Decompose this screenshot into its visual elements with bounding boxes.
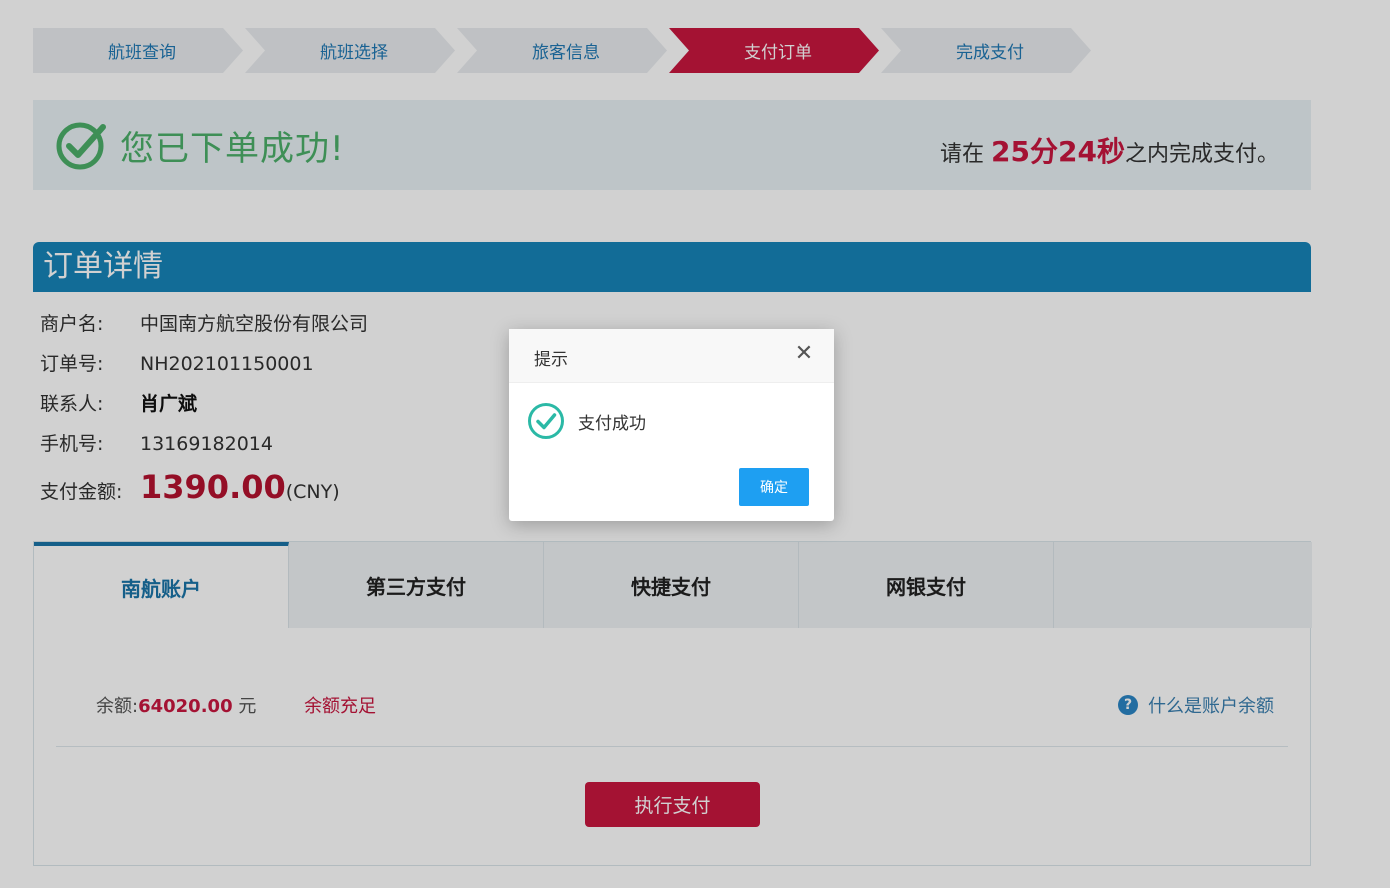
payment-success-dialog: 提示 ✕ 支付成功 确定 bbox=[509, 329, 834, 521]
dialog-title: 提示 bbox=[534, 350, 568, 370]
success-check-icon bbox=[528, 403, 564, 439]
dialog-header: 提示 ✕ bbox=[509, 329, 834, 383]
close-icon[interactable]: ✕ bbox=[794, 343, 814, 365]
confirm-button[interactable]: 确定 bbox=[739, 468, 809, 506]
dialog-body: 支付成功 bbox=[527, 402, 646, 440]
dialog-message: 支付成功 bbox=[578, 413, 646, 434]
